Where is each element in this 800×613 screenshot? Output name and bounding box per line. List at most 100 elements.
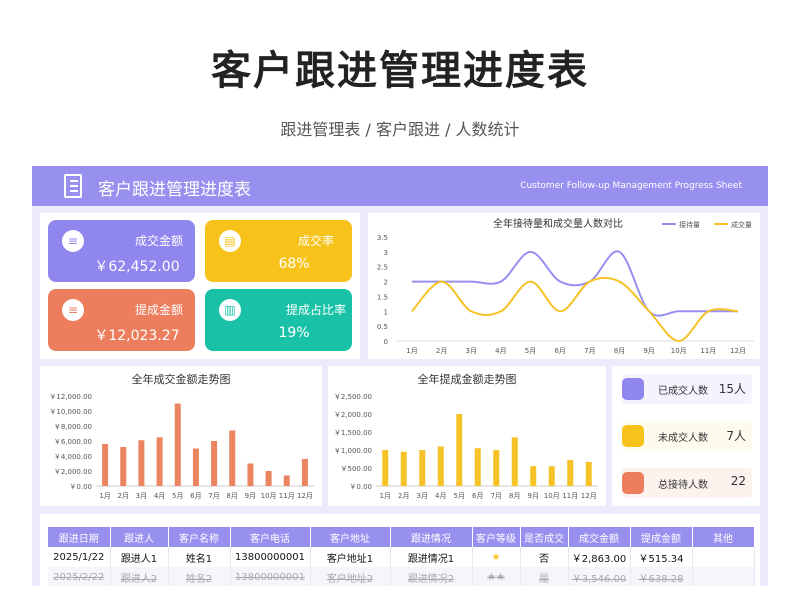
stat-value: 7人 [726,429,746,443]
column-header[interactable]: 其他 [692,527,755,547]
x-tick-label: 1月 [380,492,391,500]
table-cell[interactable]: 姓名1 [168,547,231,567]
header-english-title: Customer Follow-up Management Progress S… [520,181,742,191]
y-tick-label: ￥10,000.00 [49,408,92,416]
y-tick-label: ￥0.00 [349,483,372,491]
table-cell[interactable]: 是 [520,567,569,586]
x-tick-label: 10月 [671,347,687,355]
x-tick-label: 8月 [227,492,238,500]
column-header[interactable]: 客户等级 [472,527,521,547]
column-header[interactable]: 是否成交 [520,527,569,547]
table-cell[interactable] [692,567,755,586]
kpi-value: 68% [278,256,310,272]
table-header-row: 跟进日期 跟进人 客户名称 客户电话 客户地址 跟进情况 客户等级 是否成交 成… [48,527,755,547]
chart-title: 全年成交金额走势图 [132,372,231,386]
x-tick-label: 7月 [584,347,595,355]
y-tick-label: 1 [384,308,388,316]
x-tick-label: 11月 [562,492,578,500]
y-tick-label: 0 [384,338,388,346]
file-icon: ▥ [219,299,241,321]
kpi-label: 提成占比率 [285,303,346,317]
table-row[interactable]: 2025/2/22 跟进人2 姓名2 13800000001 客户地址2 跟进情… [48,567,755,586]
y-tick-label: 3.5 [377,234,388,242]
x-tick-label: 3月 [417,492,428,500]
x-tick-label: 6月 [190,492,201,500]
x-tick-label: 6月 [472,492,483,500]
bar [585,461,592,486]
stat-label: 总接待人数 [658,480,708,491]
ledger-icon: ▤ [219,230,241,252]
column-header[interactable]: 客户电话 [230,527,311,547]
x-tick-label: 6月 [554,347,565,355]
x-tick-label: 9月 [245,492,256,500]
bar [419,450,426,486]
table-cell[interactable]: 跟进人1 [110,547,169,567]
x-tick-label: 12月 [730,347,746,355]
document-icon [64,174,82,198]
x-tick-label: 11月 [279,492,295,500]
x-tick-label: 2月 [398,492,409,500]
table-cell[interactable]: ￥3,546.00 [568,567,631,586]
table-cell[interactable]: 姓名2 [168,567,231,586]
header-title: 客户跟进管理进度表 [98,180,251,200]
page-subtitle: 跟进管理表 / 客户跟进 / 人数统计 [280,120,520,139]
bar [138,440,145,486]
bar [567,460,574,486]
column-header[interactable]: 客户地址 [310,527,391,547]
x-tick-label: 11月 [700,347,716,355]
x-tick-label: 12月 [297,492,313,500]
bar [301,459,308,486]
user-icon [622,378,644,400]
table-cell[interactable]: 2025/1/22 [48,547,111,567]
column-header[interactable]: 跟进情况 [390,527,473,547]
table-cell[interactable]: 13800000001 [230,567,311,586]
page-title: 客户跟进管理进度表 [211,48,589,94]
table-cell-rating[interactable]: ★★ [472,567,521,586]
table-row[interactable]: 2025/1/22 跟进人1 姓名1 13800000001 客户地址1 跟进情… [48,547,755,567]
column-header[interactable]: 客户名称 [168,527,231,547]
table-cell[interactable]: 否 [520,547,569,567]
line-chart-panel: 全年接待量和成交量人数对比 0 0.5 1 1.5 2 2.5 3 3.5 1月 2月 3月 4月 5月 6… [368,213,760,359]
bar [474,448,481,486]
bar [382,450,389,486]
y-tick-label: 0.5 [377,323,388,331]
column-header[interactable]: 跟进人 [110,527,169,547]
bar [247,463,254,486]
table-cell[interactable]: 客户地址1 [310,547,391,567]
stat-label: 未成交人数 [658,433,708,444]
table-cell-rating[interactable]: ★ [472,547,521,567]
column-header[interactable]: 提成金额 [630,527,693,547]
x-tick-label: 10月 [261,492,277,500]
x-tick-label: 5月 [454,492,465,500]
table-cell[interactable]: 跟进人2 [110,567,169,586]
x-tick-label: 3月 [466,347,477,355]
user-icon [622,472,644,494]
dashboard-frame: 客户跟进管理进度表 Customer Follow-up Management … [32,166,768,586]
column-header[interactable]: 跟进日期 [48,527,111,547]
column-header[interactable]: 成交金额 [568,527,631,547]
table-cell[interactable]: 13800000001 [230,547,311,567]
bar [120,447,127,486]
y-tick-label: 1.5 [377,293,388,301]
table-cell[interactable] [692,547,755,567]
bar [493,450,500,486]
table-cell[interactable]: 跟进情况1 [390,547,473,567]
table-cell[interactable]: ￥2,863.00 [568,547,631,567]
table-cell[interactable]: ￥515.34 [630,547,693,567]
stat-unclosed: 未成交人数 7人 [622,421,752,451]
follow-up-table: 跟进日期 跟进人 客户名称 客户电话 客户地址 跟进情况 客户等级 是否成交 成… [48,527,755,586]
x-tick-label: 2月 [436,347,447,355]
bar [229,430,236,486]
y-tick-label: ￥1,000.00 [334,447,372,455]
table-cell[interactable]: 2025/2/22 [48,567,111,586]
table-cell[interactable]: ￥638.28 [630,567,693,586]
y-tick-label: ￥1,500.00 [334,429,372,437]
deal-amount-chart-panel: 全年成交金额走势图 ￥0.00 ￥2,000.00 ￥4,000.00 ￥6,000.0… [40,366,322,506]
table-cell[interactable]: 客户地址2 [310,567,391,586]
x-tick-label: 9月 [643,347,654,355]
stats-panel: 已成交人数 15人 未成交人数 7人 总接待人数 22 [612,366,760,506]
table-cell[interactable]: 跟进情况2 [390,567,473,586]
database-icon: ≡ [62,230,84,252]
y-tick-label: ￥12,000.00 [49,393,92,401]
chart-title: 全年接待量和成交量人数对比 [493,217,623,230]
